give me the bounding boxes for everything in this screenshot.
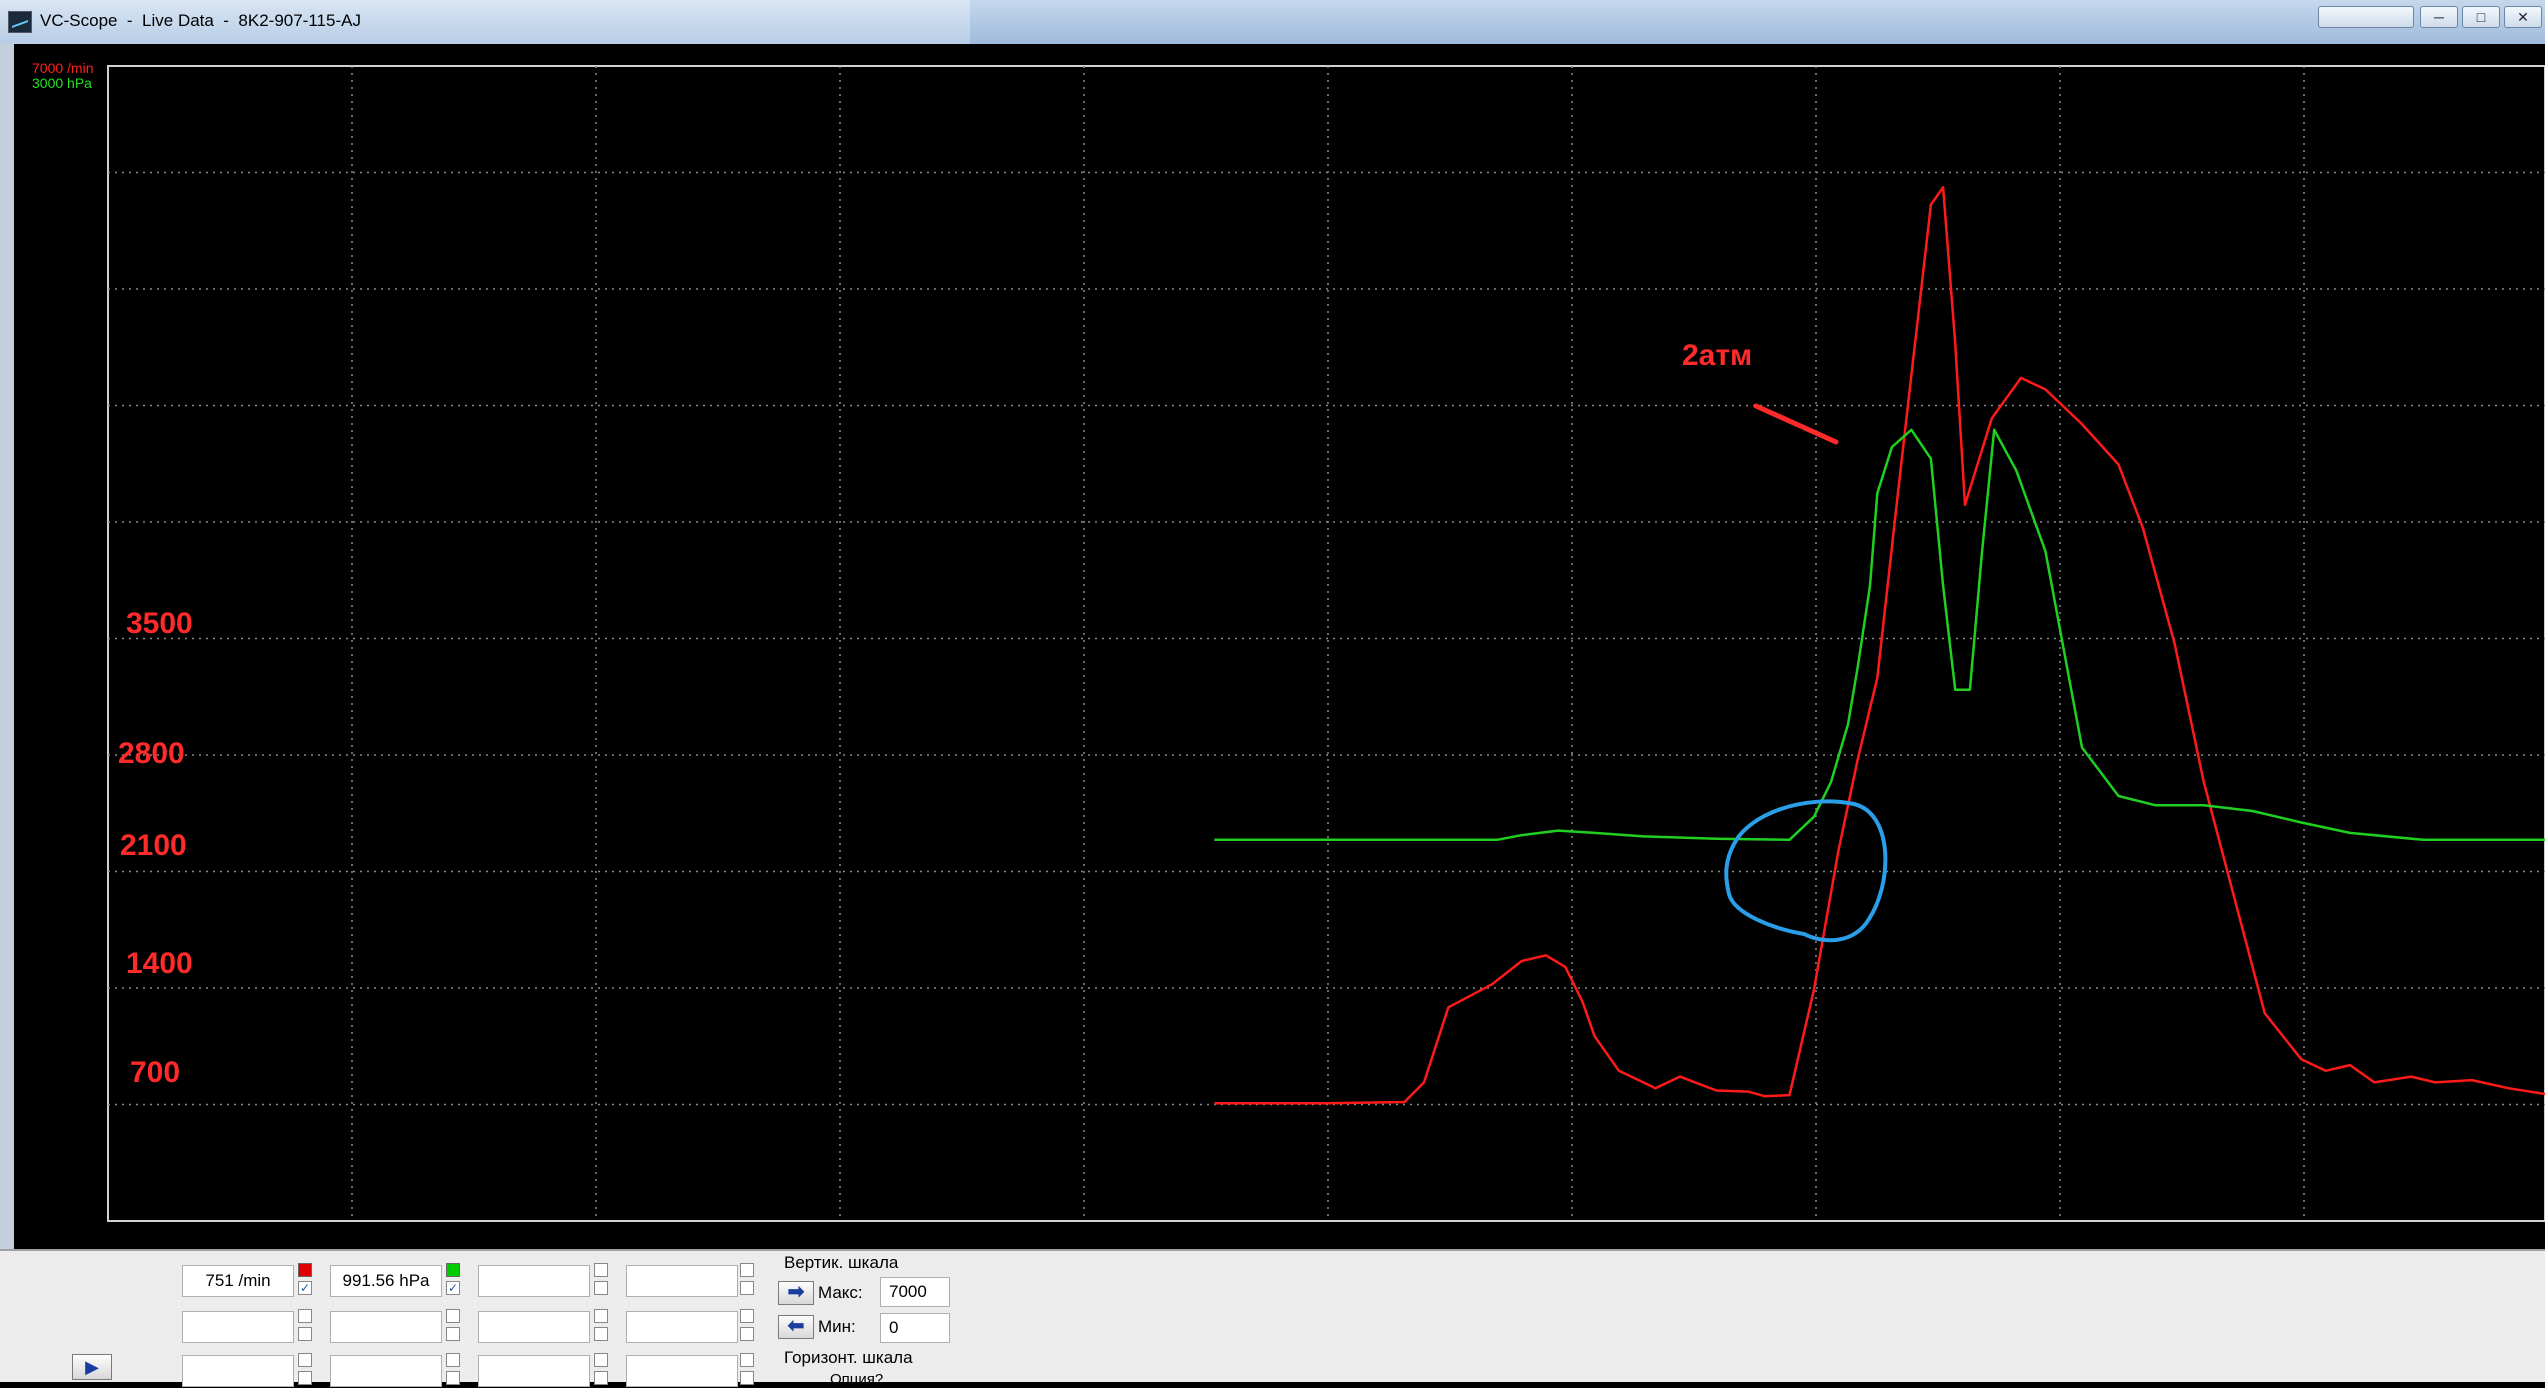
annotation-700: 700 <box>130 1056 181 1089</box>
annotation-1400: 1400 <box>126 947 193 980</box>
rpm-color-swatch <box>298 1263 312 1277</box>
min-arrow-button[interactable]: ⬅ <box>778 1315 814 1339</box>
channel-3-field <box>478 1265 590 1297</box>
annotation-2800: 2800 <box>118 737 185 770</box>
maximize-button[interactable]: □ <box>2462 6 2500 28</box>
left-frame <box>0 44 14 1249</box>
channel-5-field <box>182 1311 294 1343</box>
channel-3-checkbox[interactable] <box>594 1281 608 1295</box>
background-window-strip <box>970 0 2545 44</box>
title-bar: VC-Scope - Live Data - 8K2-907-115-AJ ─ … <box>0 0 2545 45</box>
channel-9-checkbox[interactable] <box>298 1371 312 1385</box>
series-line-0 <box>1214 186 2545 1105</box>
channel-4-field <box>626 1265 738 1297</box>
pressure-color-swatch <box>446 1263 460 1277</box>
channel-10-checkbox[interactable] <box>446 1371 460 1385</box>
live-data-chart: 7000 /min 3000 hPa 3500 2800 2100 1400 7… <box>14 44 2545 1249</box>
channel-6-color-box[interactable] <box>446 1309 460 1323</box>
max-arrow-button[interactable]: ➡ <box>778 1281 814 1305</box>
channel-4-color-box[interactable] <box>740 1263 754 1277</box>
channel-11-checkbox[interactable] <box>594 1371 608 1385</box>
channel-8-color-box[interactable] <box>740 1309 754 1323</box>
pressure-checkbox[interactable]: ✓ <box>446 1281 460 1295</box>
rpm-checkbox[interactable]: ✓ <box>298 1281 312 1295</box>
rpm-value-field: 751 /min <box>182 1265 294 1297</box>
minimize-button[interactable]: ─ <box>2420 6 2458 28</box>
channel-3-color-box[interactable] <box>594 1263 608 1277</box>
max-label: Макс: <box>818 1283 863 1302</box>
highlight-circle <box>1724 799 1888 943</box>
channel-6-field <box>330 1311 442 1343</box>
channel-4-checkbox[interactable] <box>740 1281 754 1295</box>
channel-10-color-box[interactable] <box>446 1353 460 1367</box>
series-line-1 <box>1214 428 2545 842</box>
min-value-field[interactable]: 0 <box>880 1313 950 1343</box>
channel-7-color-box[interactable] <box>594 1309 608 1323</box>
channel-7-field <box>478 1311 590 1343</box>
horizontal-scale-label: Горизонт. шкала <box>784 1348 913 1367</box>
close-button[interactable]: ✕ <box>2504 6 2542 28</box>
channel-7-checkbox[interactable] <box>594 1327 608 1341</box>
app-icon <box>8 11 32 33</box>
pressure-value-field: 991.56 hPa <box>330 1265 442 1297</box>
callout-2atm: 2атм <box>1682 339 1753 372</box>
channel-8-field <box>626 1311 738 1343</box>
pressure-scale-label: 3000 hPa <box>32 75 92 91</box>
channel-6-checkbox[interactable] <box>446 1327 460 1341</box>
control-panel: 751 /min ✓ 991.56 hPa ✓ Вертик. шкала ➡ … <box>0 1249 2545 1388</box>
channel-8-checkbox[interactable] <box>740 1327 754 1341</box>
callout-pointer <box>1753 403 1839 445</box>
channel-11-color-box[interactable] <box>594 1353 608 1367</box>
plot-frame <box>107 65 2545 1222</box>
vertical-scale-label: Вертик. шкала <box>784 1253 899 1272</box>
channel-10-field <box>330 1355 442 1387</box>
channel-12-color-box[interactable] <box>740 1353 754 1367</box>
channel-12-field <box>626 1355 738 1387</box>
channel-9-color-box[interactable] <box>298 1353 312 1367</box>
play-button[interactable]: ▶ <box>72 1354 112 1380</box>
annotation-3500: 3500 <box>126 607 193 640</box>
channel-12-checkbox[interactable] <box>740 1371 754 1385</box>
max-value-field[interactable]: 7000 <box>880 1277 950 1307</box>
annotation-2100: 2100 <box>120 829 187 862</box>
rpm-scale-label: 7000 /min <box>32 60 94 76</box>
title-extra-button[interactable] <box>2318 6 2414 28</box>
channel-5-color-box[interactable] <box>298 1309 312 1323</box>
channel-5-checkbox[interactable] <box>298 1327 312 1341</box>
window-title: VC-Scope - Live Data - 8K2-907-115-AJ <box>40 11 361 30</box>
min-label: Мин: <box>818 1317 856 1336</box>
plot-svg <box>107 65 2545 1222</box>
channel-11-field <box>478 1355 590 1387</box>
channel-9-field <box>182 1355 294 1387</box>
